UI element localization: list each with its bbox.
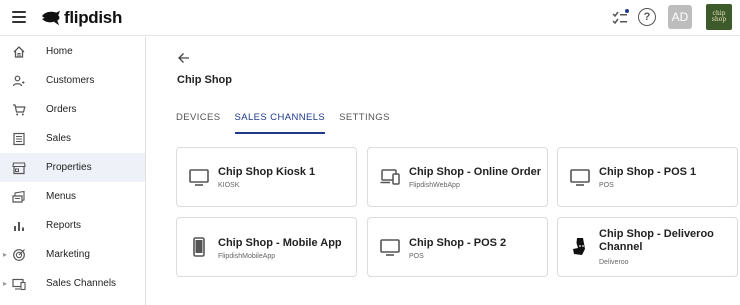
sidebar-item-home[interactable]: Home [0, 37, 145, 66]
channel-card-subtitle: KIOSK [218, 182, 240, 189]
channel-card-subtitle: Deliveroo [599, 259, 629, 266]
channel-card-title: Chip Shop - Online Order [409, 166, 541, 178]
page-title: Chip Shop [177, 74, 232, 86]
tab-sales-channels[interactable]: SALES CHANNELS [234, 112, 326, 134]
tab-bar: DEVICES SALES CHANNELS SETTINGS [176, 112, 404, 134]
store-logo[interactable]: chip shop [706, 4, 732, 30]
channel-card-online-order[interactable]: Chip Shop - Online Order FlipdishWebApp [367, 147, 548, 207]
sidebar-item-label: Menus [46, 191, 77, 202]
channel-card-title: Chip Shop - POS 1 [599, 166, 697, 178]
channel-card-subtitle: FlipdishMobileApp [218, 253, 276, 260]
channel-card-pos-2[interactable]: Chip Shop - POS 2 POS [367, 217, 548, 277]
help-icon[interactable]: ? [638, 8, 656, 26]
flipdish-logo[interactable]: flipdish [40, 6, 122, 30]
monitor-icon [570, 169, 590, 186]
sidebar-item-label: Orders [46, 104, 77, 115]
channel-card-subtitle: FlipdishWebApp [409, 182, 460, 189]
sales-icon [13, 132, 25, 145]
menus-icon [12, 190, 25, 203]
sidebar-item-marketing[interactable]: ▸ Marketing [0, 240, 145, 269]
sidebar-item-properties[interactable]: Properties [0, 153, 145, 182]
sidebar-item-label: Reports [46, 220, 82, 231]
sidebar-item-orders[interactable]: Orders [0, 95, 145, 124]
sidebar-item-sales-channels[interactable]: ▸ Sales Channels [0, 269, 145, 298]
sidebar-item-label: Marketing [46, 249, 90, 260]
channel-card-title: Chip Shop Kiosk 1 [218, 166, 316, 178]
chevron-right-icon: ▸ [3, 279, 8, 288]
sidebar-item-sales[interactable]: Sales [0, 124, 145, 153]
store-icon [12, 161, 26, 174]
sidebar-item-reports[interactable]: Reports [0, 211, 145, 240]
channel-card-subtitle: POS [599, 182, 614, 189]
deliveroo-icon [573, 238, 585, 255]
smartphone-icon [193, 237, 205, 257]
checklist-icon[interactable] [612, 9, 630, 27]
main-content: Chip Shop DEVICES SALES CHANNELS SETTING… [147, 37, 740, 305]
sidebar-item-label: Home [46, 46, 73, 57]
back-arrow-icon[interactable] [177, 51, 191, 65]
reports-icon [14, 221, 24, 231]
channel-card-subtitle: POS [409, 253, 424, 260]
customers-icon [12, 75, 25, 86]
brand-name: flipdish [64, 8, 123, 27]
flipdish-fish-icon [42, 10, 60, 26]
hamburger-icon[interactable] [12, 11, 26, 23]
tab-devices[interactable]: DEVICES [176, 112, 221, 134]
channel-card-deliveroo[interactable]: Chip Shop - Deliveroo Channel Deliveroo [557, 217, 738, 277]
monitor-icon [380, 239, 400, 256]
channel-card-title: Chip Shop - Deliveroo Channel [599, 228, 714, 253]
top-bar: flipdish ? AD chip shop [0, 0, 740, 36]
home-icon [13, 45, 25, 58]
channel-card-mobile-app[interactable]: Chip Shop - Mobile App FlipdishMobileApp [176, 217, 357, 277]
channel-card-pos-1[interactable]: Chip Shop - POS 1 POS [557, 147, 738, 207]
marketing-icon [13, 248, 25, 261]
devices-icon [380, 169, 400, 185]
sidebar-item-customers[interactable]: Customers [0, 66, 145, 95]
channel-card-title: Chip Shop - Mobile App [218, 237, 342, 249]
user-avatar[interactable]: AD [668, 5, 692, 29]
sidebar-item-label: Properties [46, 162, 92, 173]
channel-card-title: Chip Shop - POS 2 [409, 237, 507, 249]
sidebar-item-label: Customers [46, 75, 95, 86]
tab-settings[interactable]: SETTINGS [339, 112, 390, 134]
sidebar-item-label: Sales [46, 133, 72, 144]
sidebar-item-label: Sales Channels [46, 278, 117, 289]
monitor-icon [189, 169, 209, 186]
sales-channels-icon [12, 278, 26, 290]
channel-card-kiosk-1[interactable]: Chip Shop Kiosk 1 KIOSK [176, 147, 357, 207]
chevron-right-icon: ▸ [3, 250, 8, 259]
sidebar-item-menus[interactable]: Menus [0, 182, 145, 211]
cart-icon [13, 103, 26, 115]
sidebar: Home Customers Orders Sales Properties M… [0, 37, 146, 305]
